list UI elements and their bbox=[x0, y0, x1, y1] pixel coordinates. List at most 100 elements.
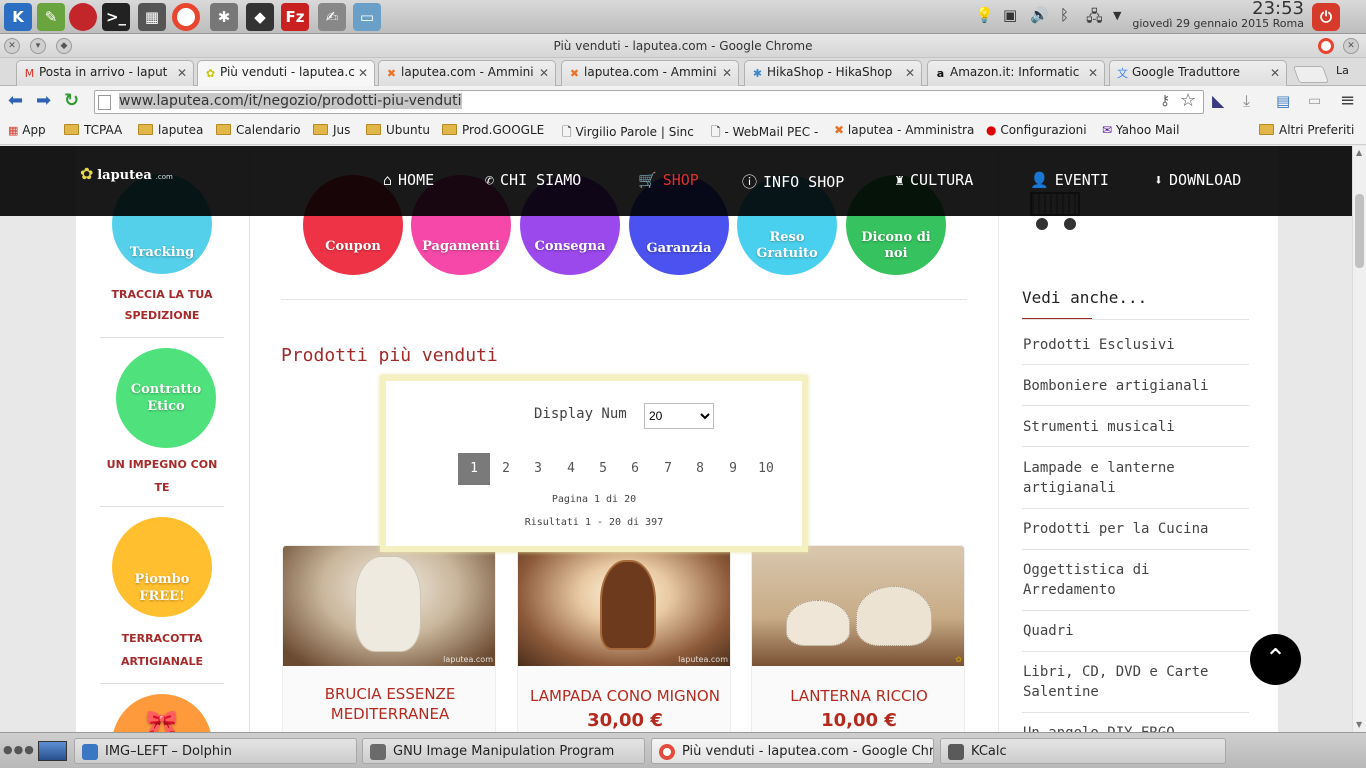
tab-close-icon[interactable]: ✕ bbox=[539, 66, 549, 80]
filezilla-icon[interactable]: Fz bbox=[281, 3, 309, 31]
product-image[interactable]: ✿ bbox=[752, 546, 964, 666]
product-name[interactable]: BRUCIA ESSENZE MEDITERRANEA bbox=[283, 684, 495, 724]
chevron-down-icon[interactable]: ▼ bbox=[1113, 9, 1121, 22]
page-link-6[interactable]: 6 bbox=[619, 453, 651, 485]
link-libri[interactable]: Libri, CD, DVD e Carte Salentine bbox=[1023, 662, 1249, 702]
link-lampade[interactable]: Lampade e lanterne artigianali bbox=[1023, 458, 1249, 498]
cast-icon[interactable]: ▤ bbox=[1276, 91, 1290, 111]
bookmark-configurazioni[interactable]: ● Configurazioni bbox=[986, 123, 1087, 137]
page-link-3[interactable]: 3 bbox=[522, 453, 554, 485]
task-gimp[interactable]: GNU Image Manipulation Program bbox=[362, 738, 645, 764]
page-link-4[interactable]: 4 bbox=[555, 453, 587, 485]
bookmark-webmail[interactable]: 🗋 - WebMail PEC - bbox=[711, 123, 818, 144]
bookmark-ubuntu[interactable]: Ubuntu bbox=[366, 123, 430, 137]
extension-icon[interactable]: ◣ bbox=[1212, 91, 1224, 111]
contratto-etico-badge[interactable]: Contratto Etico bbox=[116, 348, 216, 448]
scroll-up-icon[interactable]: ▲ bbox=[1356, 148, 1362, 157]
scrollbar-thumb[interactable] bbox=[1355, 194, 1364, 268]
display-num-select[interactable]: 20 bbox=[644, 403, 714, 429]
link-oggettistica[interactable]: Oggettistica di Arredamento bbox=[1023, 560, 1249, 600]
page-link-9[interactable]: 9 bbox=[717, 453, 749, 485]
product-name[interactable]: LAMPADA CONO MIGNON bbox=[518, 686, 730, 706]
page-link-7[interactable]: 7 bbox=[652, 453, 684, 485]
bookmark-apps[interactable]: ▦ App bbox=[8, 123, 46, 137]
volume-icon[interactable]: 🔊 bbox=[1030, 6, 1049, 24]
piombo-free-badge[interactable]: Piombo FREE! bbox=[112, 517, 212, 617]
page-link-10[interactable]: 10 bbox=[750, 453, 782, 485]
page-link-8[interactable]: 8 bbox=[684, 453, 716, 485]
bulb-icon[interactable]: 💡 bbox=[975, 6, 994, 24]
tab-close-icon[interactable]: ✕ bbox=[1088, 66, 1098, 80]
clipboard-icon[interactable]: ▣ bbox=[1003, 6, 1017, 24]
pager-dots-icon[interactable]: ●●● bbox=[3, 743, 35, 756]
gimp-icon[interactable]: ✱ bbox=[210, 3, 238, 31]
gift-badge[interactable]: 🎀 bbox=[112, 694, 212, 732]
link-bomboniere[interactable]: Bomboniere artigianali bbox=[1023, 376, 1249, 396]
task-kcalc[interactable]: KCalc bbox=[940, 738, 1226, 764]
terminal-icon[interactable]: >_ bbox=[102, 3, 130, 31]
menu-icon[interactable]: ≡ bbox=[1340, 91, 1355, 111]
tab-admin-2[interactable]: ✖ laputea.com - Ammini ✕ bbox=[561, 60, 739, 86]
product-card[interactable]: ✿ LANTERNA RICCIO 10,00 € bbox=[751, 545, 965, 732]
color-picker-icon[interactable]: ✎ bbox=[37, 3, 65, 31]
inkscape-icon[interactable]: ◆ bbox=[246, 3, 274, 31]
tab-piu-venduti[interactable]: ✿ Più venduti - laputea.c ✕ bbox=[197, 60, 375, 86]
text-editor-icon[interactable]: ✍ bbox=[318, 3, 346, 31]
bookmark-calendario[interactable]: Calendario bbox=[216, 123, 301, 137]
page-link-5[interactable]: 5 bbox=[587, 453, 619, 485]
link-diy[interactable]: Un angolo DIY ERGO bbox=[1023, 723, 1249, 732]
window-close-button[interactable]: ✕ bbox=[1343, 38, 1359, 54]
star-icon[interactable]: ☆ bbox=[1180, 91, 1196, 111]
chrome-icon[interactable] bbox=[172, 3, 200, 31]
link-quadri[interactable]: Quadri bbox=[1023, 621, 1249, 641]
back-icon[interactable]: ⬅ bbox=[8, 91, 23, 111]
new-tab-button[interactable] bbox=[1292, 66, 1330, 83]
menu-shop[interactable]: 🛒 SHOP bbox=[638, 171, 699, 189]
tab-amazon[interactable]: a Amazon.it: Informatic ✕ bbox=[927, 60, 1105, 86]
calculator-icon[interactable]: ▦ bbox=[138, 3, 166, 31]
network-icon[interactable]: 🖧 bbox=[1086, 6, 1103, 31]
link-prodotti-esclusivi[interactable]: Prodotti Esclusivi bbox=[1023, 335, 1249, 355]
tab-close-icon[interactable]: ✕ bbox=[722, 66, 732, 80]
clock[interactable]: 23:53 giovedì 29 gennaio 2015 Roma bbox=[1132, 0, 1304, 30]
desktop-pager-icon[interactable] bbox=[38, 741, 67, 761]
bookmark-prod-google[interactable]: Prod.GOOGLE bbox=[442, 123, 544, 137]
product-card[interactable]: laputea.com LAMPADA CONO MIGNON 30,00 € bbox=[517, 545, 731, 732]
tab-close-icon[interactable]: ✕ bbox=[177, 66, 187, 80]
key-icon[interactable]: ⚷ bbox=[1160, 91, 1170, 111]
profile-icon[interactable]: La bbox=[1336, 64, 1349, 77]
address-bar[interactable]: www.laputea.com/it/negozio/prodotti-piu-… bbox=[94, 90, 1204, 114]
bookmark-yahoo-mail[interactable]: ✉ Yahoo Mail bbox=[1102, 123, 1179, 137]
menu-chi-siamo[interactable]: ✆ CHI SIAMO bbox=[485, 171, 581, 189]
reload-icon[interactable]: ↻ bbox=[64, 91, 79, 111]
link-cucina[interactable]: Prodotti per la Cucina bbox=[1023, 519, 1249, 539]
task-dolphin[interactable]: IMG–LEFT – Dolphin bbox=[74, 738, 357, 764]
tab-translate[interactable]: 文 Google Traduttore ✕ bbox=[1109, 60, 1287, 86]
bookmark-virgilio[interactable]: 🗋 Virgilio Parole | Sinc bbox=[562, 123, 694, 144]
bluetooth-icon[interactable]: ᛒ bbox=[1060, 6, 1069, 24]
power-icon[interactable]: ⏻ bbox=[1312, 3, 1340, 31]
tab-hikashop[interactable]: ✱ HikaShop - HikaShop ✕ bbox=[744, 60, 922, 86]
scroll-down-icon[interactable]: ▼ bbox=[1356, 720, 1362, 729]
menu-cultura[interactable]: ♜ CULTURA bbox=[895, 171, 973, 189]
download-icon[interactable]: ⤓ bbox=[1243, 91, 1250, 111]
bookmark-jus[interactable]: Jus bbox=[313, 123, 350, 137]
bookmark-other[interactable]: Altri Preferiti bbox=[1259, 123, 1354, 137]
page-scrollbar[interactable]: ▲ ▼ bbox=[1352, 146, 1366, 732]
site-logo[interactable]: ✿ laputea .com bbox=[80, 164, 173, 183]
bookmark-tcpaa[interactable]: TCPAA bbox=[64, 123, 122, 137]
product-image[interactable]: laputea.com bbox=[283, 546, 495, 666]
forward-icon[interactable]: ➡ bbox=[36, 91, 51, 111]
menu-download[interactable]: ⬇ DOWNLOAD bbox=[1154, 171, 1241, 189]
scanner-icon[interactable]: ▭ bbox=[353, 3, 381, 31]
page-link-1[interactable]: 1 bbox=[458, 453, 490, 485]
tab-close-icon[interactable]: ✕ bbox=[905, 66, 915, 80]
menu-eventi[interactable]: 👤 EVENTI bbox=[1030, 171, 1109, 189]
task-chrome[interactable]: Più venduti - laputea.com - Google Chrom bbox=[651, 738, 934, 764]
tab-gmail[interactable]: M Posta in arrivo - laput ✕ bbox=[16, 60, 194, 86]
product-name[interactable]: LANTERNA RICCIO bbox=[752, 686, 964, 706]
product-image[interactable]: laputea.com bbox=[518, 546, 730, 666]
tab-admin-1[interactable]: ✖ laputea.com - Ammini ✕ bbox=[378, 60, 556, 86]
link-strumenti-musicali[interactable]: Strumenti musicali bbox=[1023, 417, 1249, 437]
back-to-top-button[interactable]: ⌃ bbox=[1250, 634, 1301, 685]
